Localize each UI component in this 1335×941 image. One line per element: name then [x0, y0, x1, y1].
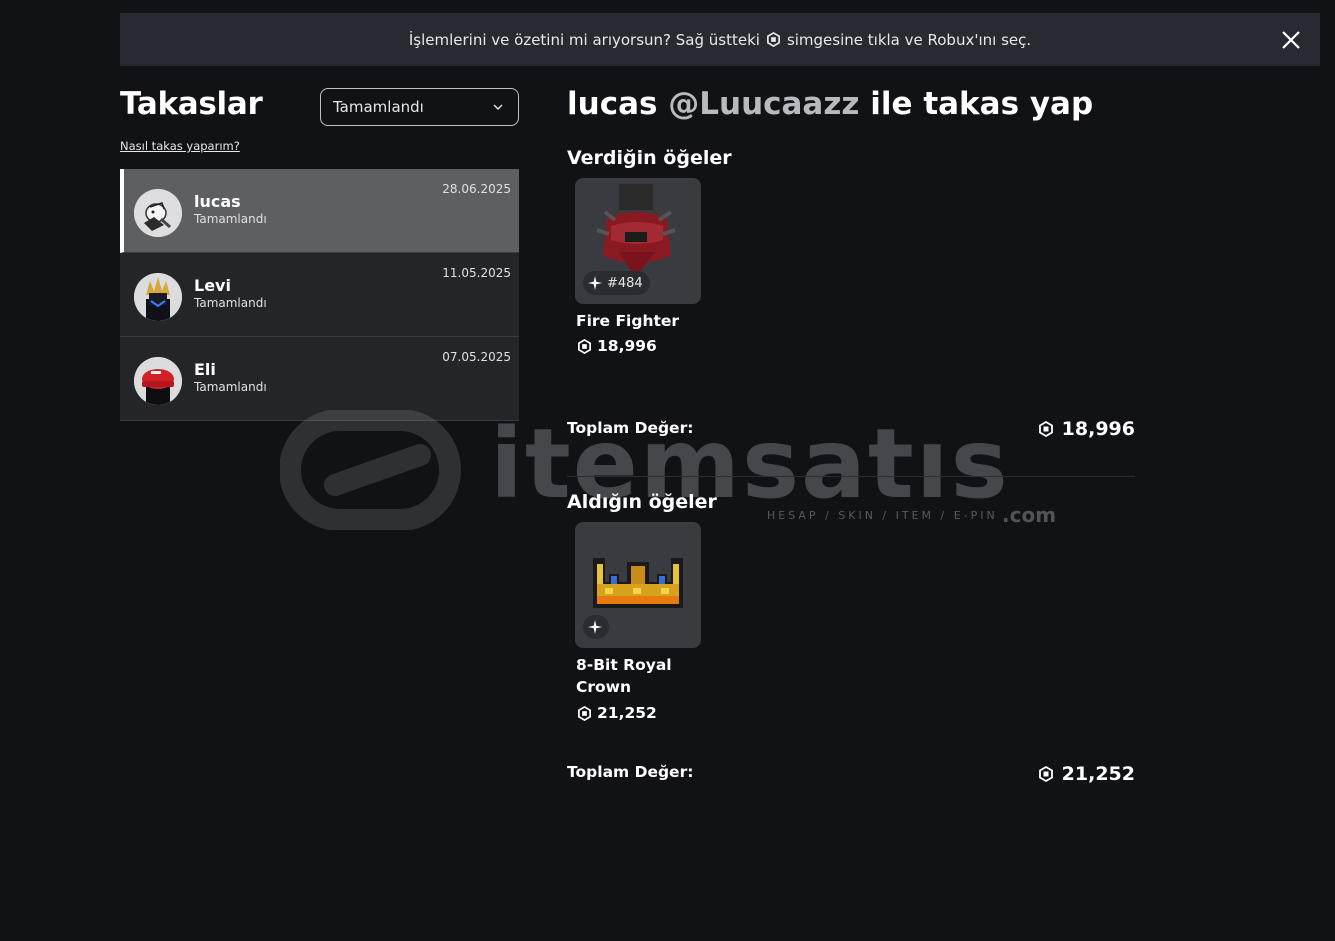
trade-title-name: lucas — [567, 86, 658, 122]
trade-date: 28.06.2025 — [442, 182, 511, 196]
avatar — [134, 357, 182, 405]
limited-sparkle-icon — [588, 620, 602, 634]
robux-icon — [766, 32, 780, 47]
robux-icon — [578, 705, 591, 721]
avatar — [134, 273, 182, 321]
trade-list-item[interactable]: lucas Tamamlandı 28.06.2025 — [120, 169, 519, 253]
trade-status: Tamamlandı — [194, 296, 267, 310]
trades-title: Takaslar — [120, 86, 263, 122]
robux-icon — [1038, 766, 1053, 782]
item-name[interactable]: 8-Bit Royal Crown — [576, 654, 696, 698]
watermark-logo-icon — [280, 410, 461, 530]
trade-title: lucas @Luucaazz ile takas yap — [567, 86, 1093, 122]
trade-list-item[interactable]: Levi Tamamlandı 11.05.2025 — [120, 253, 519, 337]
given-total-value: 18,996 — [1038, 418, 1135, 440]
received-total-value: 21,252 — [1038, 763, 1135, 785]
trade-partner-name: lucas — [194, 192, 241, 211]
trade-partner-name: Eli — [194, 360, 216, 379]
close-icon[interactable] — [1280, 29, 1302, 51]
item-price: 18,996 — [577, 337, 657, 355]
watermark-tagline: HESAP / SKIN / ITEM / E-PIN — [767, 509, 998, 522]
trade-status: Tamamlandı — [194, 380, 267, 394]
trades-page: İşlemlerini ve özetini mi arıyorsun? Sağ… — [0, 0, 1335, 941]
how-to-trade-link[interactable]: Nasıl takas yaparım? — [120, 139, 240, 153]
avatar — [134, 189, 182, 237]
trade-list: lucas Tamamlandı 28.06.2025 Levi Tamamla… — [120, 169, 519, 421]
item-card-fire-fighter[interactable]: #484 — [575, 178, 701, 304]
robux-icon — [1038, 421, 1053, 437]
limited-sparkle-icon — [588, 276, 602, 290]
given-items-title: Verdiğin öğeler — [567, 147, 732, 169]
item-price: 21,252 — [577, 704, 657, 722]
trade-partner-name: Levi — [194, 276, 231, 295]
given-total-label: Toplam Değer: — [567, 419, 694, 437]
watermark-suffix: .com — [1002, 503, 1057, 527]
item-serial: #484 — [607, 275, 643, 291]
received-total-label: Toplam Değer: — [567, 763, 694, 781]
status-filter-dropdown[interactable]: Tamamlandı — [320, 88, 519, 126]
trade-list-item[interactable]: Eli Tamamlandı 07.05.2025 — [120, 337, 519, 421]
banner-text-start: İşlemlerini ve özetini mi arıyorsun? Sağ… — [408, 30, 760, 49]
received-total-amount: 21,252 — [1061, 763, 1135, 785]
limited-badge: #484 — [583, 271, 650, 295]
robux-icon — [578, 338, 591, 354]
filter-selected-value: Tamamlandı — [333, 98, 424, 116]
trade-status: Tamamlandı — [194, 212, 267, 226]
trade-title-suffix: ile takas yap — [870, 86, 1094, 122]
limited-badge — [583, 615, 609, 639]
trade-date: 11.05.2025 — [442, 266, 511, 280]
banner-text-end: simgesine tıkla ve Robux'ını seç. — [786, 30, 1032, 49]
trade-title-handle[interactable]: @Luucaazz — [668, 86, 859, 122]
received-items-title: Aldığın öğeler — [567, 491, 717, 513]
trade-date: 07.05.2025 — [442, 350, 511, 364]
given-total-amount: 18,996 — [1061, 418, 1135, 440]
item-price-value: 21,252 — [597, 704, 657, 722]
info-banner: İşlemlerini ve özetini mi arıyorsun? Sağ… — [120, 13, 1320, 66]
section-divider — [567, 476, 1135, 477]
item-price-value: 18,996 — [597, 337, 657, 355]
chevron-down-icon — [493, 104, 503, 110]
item-card-8bit-royal-crown[interactable] — [575, 522, 701, 648]
item-name[interactable]: Fire Fighter — [576, 310, 696, 332]
